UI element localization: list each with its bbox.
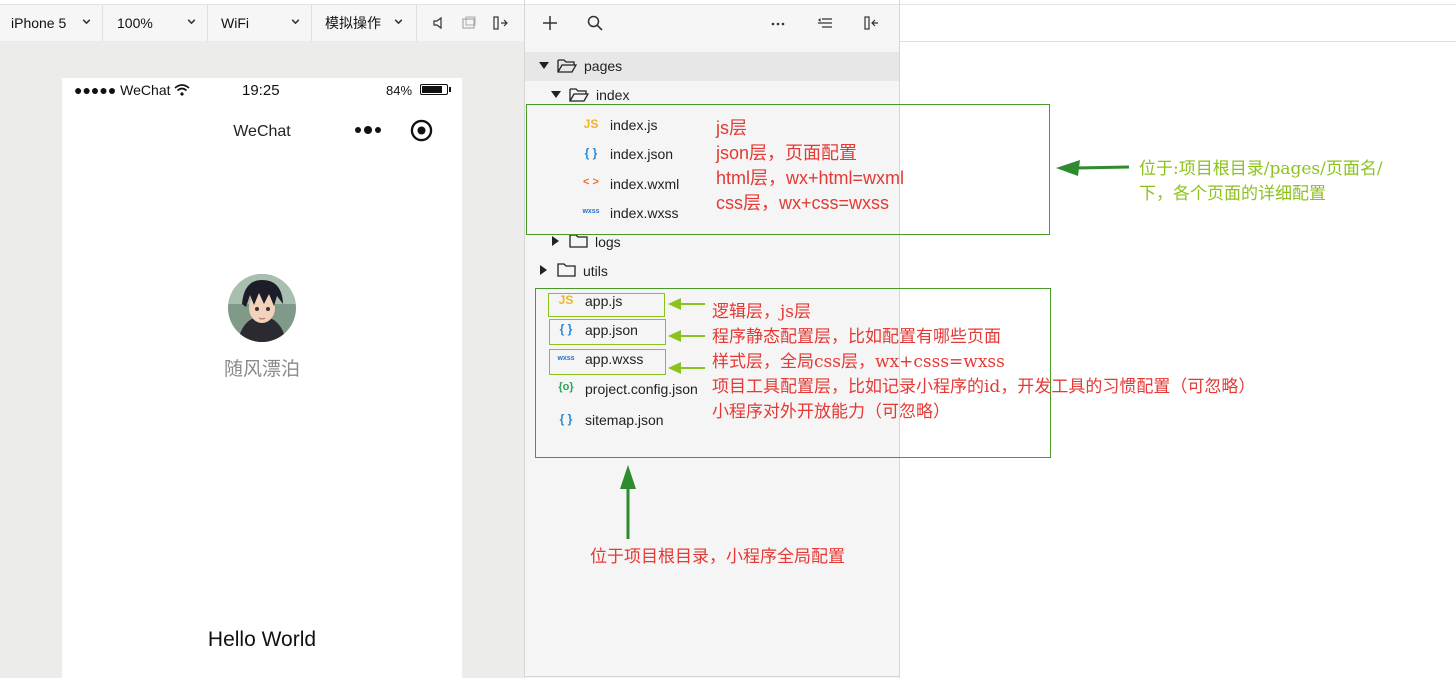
caret-down-icon[interactable] [551, 91, 561, 99]
operation-select-value: 模拟操作 [325, 15, 381, 31]
tree-folder-utils[interactable]: utils [583, 263, 608, 279]
folder-icon [557, 263, 576, 277]
chevron-down-icon [187, 19, 196, 25]
arrow-left-icon [668, 298, 705, 310]
avatar [228, 274, 296, 342]
dock-left-icon[interactable] [863, 15, 879, 31]
chevron-down-icon [291, 19, 300, 25]
caret-right-icon[interactable] [540, 265, 547, 275]
device-select-value: iPhone 5 [11, 15, 67, 31]
status-time: 19:25 [242, 82, 280, 99]
note-css-layer: css层，wx+css=wxss [716, 193, 890, 213]
note-sitemap: 小程序对外开放能力（可忽略） [712, 402, 950, 422]
collapse-icon[interactable] [817, 15, 833, 31]
arrow-left-icon [668, 330, 705, 342]
note-static-config: 程序静态配置层，比如配置有哪些页面 [712, 327, 1001, 347]
operation-select[interactable]: 模拟操作 [312, 5, 417, 41]
note-js-layer: js层 [716, 118, 747, 138]
note-style-layer: 样式层，全局css层，wx+csss=wxss [712, 352, 1005, 372]
note-logic-layer: 逻辑层，js层 [712, 302, 811, 322]
battery-icon [420, 84, 451, 97]
hello-text: Hello World [207, 628, 317, 651]
caret-down-icon[interactable] [539, 62, 549, 70]
tree-toolbar [525, 4, 899, 42]
note-project-config: 项目工具配置层，比如记录小程序的id，开发工具的习惯配置（可忽略） [712, 377, 1256, 397]
network-select-value: WiFi [221, 15, 249, 31]
zoom-select-value: 100% [117, 15, 153, 31]
app-js-highlight-box [548, 293, 665, 317]
more-icon[interactable] [770, 15, 786, 31]
status-battery-text: 84% [386, 83, 413, 98]
dock-icon[interactable] [492, 15, 508, 31]
device-select[interactable]: iPhone 5 [0, 5, 103, 41]
tree-folder-pages[interactable]: pages [584, 58, 622, 74]
nav-title: WeChat [233, 123, 291, 140]
chevron-down-icon [394, 19, 403, 25]
status-carrier: ●●●●● WeChat [74, 82, 171, 98]
plus-icon[interactable] [542, 15, 558, 31]
arrow-left-icon [668, 362, 705, 374]
tree-folder-logs[interactable]: logs [595, 234, 621, 250]
more-dots-icon[interactable] [353, 124, 383, 136]
note-page-location-line2: 下，各个页面的详细配置 [1139, 184, 1326, 204]
note-json-layer: json层，页面配置 [716, 143, 858, 163]
caret-right-icon[interactable] [552, 236, 559, 246]
arrow-left-icon [1056, 160, 1130, 176]
user-nickname: 随风漂泊 [223, 359, 300, 380]
folder-open-icon [569, 88, 589, 102]
tree-folder-index[interactable]: index [596, 87, 629, 103]
note-html-layer: html层，wx+html=wxml [716, 168, 905, 188]
simulator-toolbar: iPhone 5 100% WiFi 模拟操作 [0, 4, 524, 42]
tree-row-selected [525, 52, 899, 81]
wifi-icon [174, 84, 190, 96]
tree-bottom-border [525, 676, 899, 677]
chevron-down-icon [82, 19, 91, 25]
record-icon[interactable] [410, 119, 433, 142]
zoom-select[interactable]: 100% [103, 5, 208, 41]
app-wxss-highlight-box [549, 349, 666, 375]
search-icon[interactable] [587, 15, 603, 31]
arrow-up-icon [620, 465, 636, 539]
editor-tab-strip [900, 4, 1456, 42]
note-page-location-line1: 位于:项目根目录/pages/页面名/ [1139, 159, 1383, 179]
app-json-highlight-box [549, 319, 666, 345]
volume-icon[interactable] [431, 15, 447, 31]
folder-icon [569, 234, 588, 248]
note-root-location: 位于项目根目录，小程序全局配置 [590, 547, 845, 567]
network-select[interactable]: WiFi [208, 5, 312, 41]
window-icon[interactable] [461, 15, 477, 31]
folder-open-icon [557, 59, 577, 73]
